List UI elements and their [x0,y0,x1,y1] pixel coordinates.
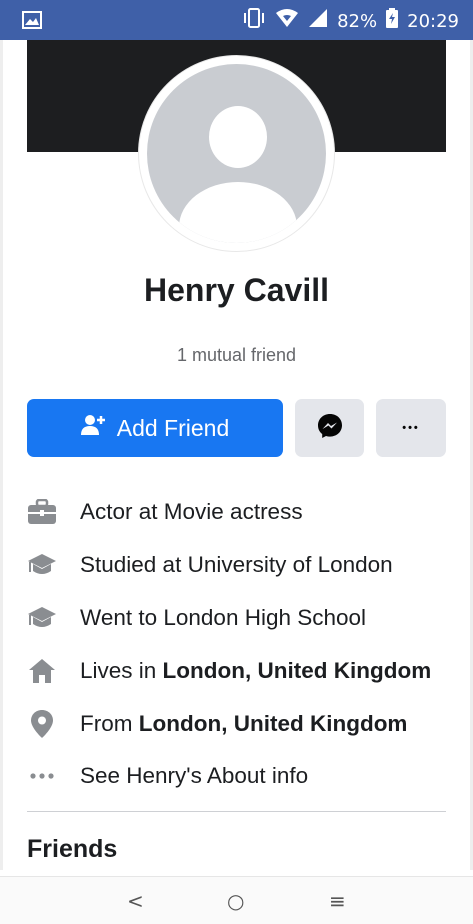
mutual-friends-link[interactable]: 1 mutual friend [0,345,473,366]
profile-picture[interactable] [139,56,334,251]
back-button[interactable]: < [127,889,144,913]
system-nav-bar: < ○ ≡ [0,876,473,924]
info-row-high-school[interactable]: Went to London High School [27,600,457,636]
graduation-cap-icon [27,550,57,580]
home-icon [27,656,57,686]
wifi-icon [275,8,299,34]
info-row-work[interactable]: Actor at Movie actress [27,494,457,530]
work-text: Actor at Movie actress [80,499,303,524]
friends-section-title: Friends [27,835,118,863]
more-options-label: ••• [402,422,420,434]
info-row-from[interactable]: From London, United Kingdom [27,706,457,742]
divider [27,811,446,812]
info-row-about[interactable]: See Henry's About info [27,758,457,794]
high-school-text: Went to London High School [80,605,367,630]
image-icon [22,11,42,34]
add-friend-label: Add Friend [116,414,230,441]
messenger-icon [317,413,343,444]
more-dots-icon [27,761,57,791]
graduation-cap-icon [27,603,57,633]
battery-icon [386,8,399,34]
clock: 20:29 [407,10,459,32]
default-avatar-icon [147,64,326,243]
add-friend-button[interactable]: Add Friend [27,399,283,457]
recent-apps-button[interactable]: ≡ [329,889,346,913]
vibrate-icon [242,8,266,34]
home-button[interactable]: ○ [227,889,244,913]
lives-in-location: London, United Kingdom [162,658,432,683]
info-row-lives-in[interactable]: Lives in London, United Kingdom [27,653,457,689]
battery-percent: 82% [337,10,378,32]
from-location: London, United Kingdom [138,711,408,736]
more-options-button[interactable]: ••• [376,399,446,457]
add-person-icon [80,414,105,442]
briefcase-icon [27,497,57,527]
profile-name: Henry Cavill [144,272,329,308]
status-bar: 82% 20:29 [0,0,473,40]
see-about-info-link[interactable]: See Henry's About info [80,763,308,789]
university-text: Studied at University of London [80,552,393,577]
lives-in-text: Lives in London, United Kingdom [80,658,432,683]
signal-icon [308,8,328,34]
info-row-university[interactable]: Studied at University of London [27,547,457,583]
from-text: From London, United Kingdom [80,711,408,736]
messenger-button[interactable] [295,399,364,457]
location-pin-icon [27,709,57,739]
